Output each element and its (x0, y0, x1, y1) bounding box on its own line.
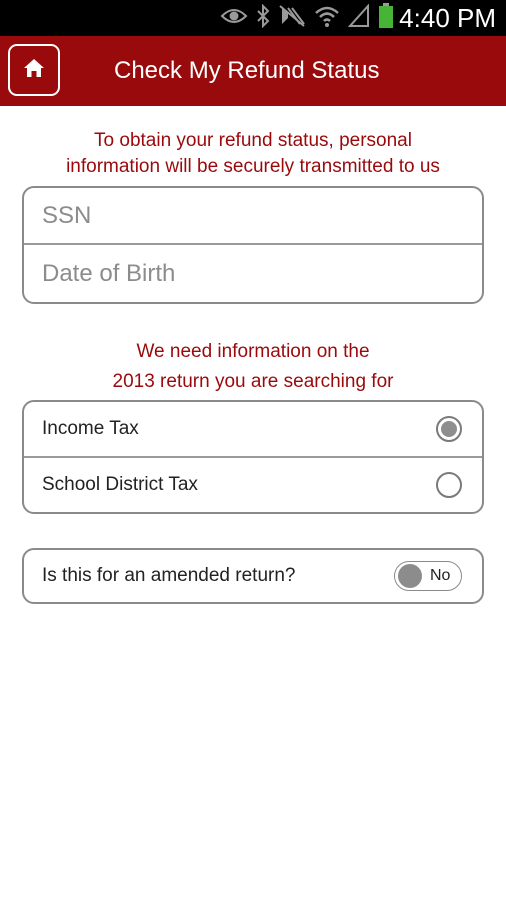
tax-type-option-income[interactable]: Income Tax (24, 402, 482, 458)
battery-icon (378, 2, 394, 34)
home-icon (23, 57, 45, 84)
bluetooth-icon (256, 3, 270, 33)
return-info-text: We need information on the 2013 return y… (0, 337, 506, 397)
ssn-row (24, 188, 482, 245)
status-icons (220, 2, 394, 34)
status-time: 4:40 PM (399, 3, 496, 33)
tax-type-option-label: Income Tax (42, 418, 139, 439)
eye-icon (220, 6, 248, 31)
amended-return-card: Is this for an amended return? No (22, 548, 484, 604)
page-title: Check My Refund Status (114, 57, 380, 84)
tax-type-option-label: School District Tax (42, 474, 198, 495)
tax-type-card: Income Tax School District Tax (22, 400, 484, 514)
home-button[interactable] (8, 44, 60, 96)
intro-line-2: information will be securely transmitted… (66, 156, 440, 177)
signal-icon (347, 2, 370, 33)
return-info-line-2: 2013 return you are searching for (112, 371, 394, 392)
status-bar: 4:40 PM (0, 0, 506, 36)
wifi-icon (314, 4, 340, 33)
date-of-birth-input[interactable] (42, 245, 462, 302)
mute-icon (278, 4, 306, 33)
income-tax-radio[interactable] (436, 416, 462, 442)
identity-form-card (22, 186, 484, 304)
toggle-label: No (430, 567, 451, 584)
amended-return-toggle[interactable]: No (394, 561, 462, 591)
amended-return-row: Is this for an amended return? No (24, 550, 482, 602)
ssn-input[interactable] (42, 188, 462, 243)
intro-text: To obtain your refund status, personal i… (0, 128, 506, 180)
tax-type-option-school-district[interactable]: School District Tax (24, 458, 482, 512)
school-district-tax-radio[interactable] (436, 472, 462, 498)
dob-row (24, 245, 482, 302)
return-info-line-1: We need information on the (136, 341, 370, 362)
intro-line-1: To obtain your refund status, personal (94, 130, 412, 151)
toggle-knob (398, 564, 422, 588)
amended-return-question: Is this for an amended return? (42, 565, 296, 586)
app-bar: Check My Refund Status (0, 36, 506, 106)
